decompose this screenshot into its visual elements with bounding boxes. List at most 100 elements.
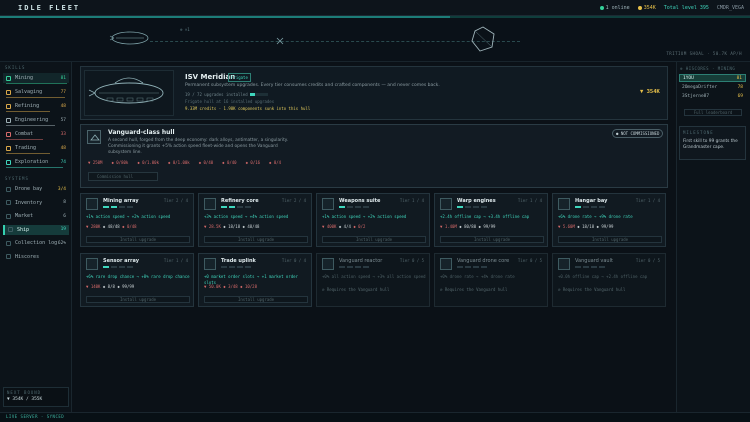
cost-item: ◆ 0/1.00k: [168, 160, 190, 165]
skill-progress-bar: [6, 139, 43, 140]
subsystem-cost: ▼ 140K ◆ 8/8 ◆ 99/99: [86, 284, 134, 289]
sidebar-item-trading[interactable]: Trading 48: [3, 143, 69, 153]
next-bound-label: NEXT BOUND: [7, 390, 42, 395]
subsystem-tier: Tier 1 / 4: [163, 258, 188, 263]
cost-item: ◆ 99/99: [596, 224, 614, 229]
skill-icon: [6, 103, 11, 109]
subsystem-name: Weapons suite: [339, 198, 381, 204]
subsystem-card-hangar-bay: Hangar bay Tier 1 / 4 +6% drone rate → +9%…: [552, 193, 666, 247]
hiscore-row: 2 OmegaDrifter 78: [679, 83, 746, 91]
hiscore-name: OmegaDrifter: [684, 84, 718, 90]
subsystem-effect: +0.0h offline cap → +2.4h offline cap: [558, 274, 648, 279]
install-upgrade-button[interactable]: Install upgrade: [86, 296, 190, 303]
ship-credits: ▼ 354K: [640, 89, 660, 95]
cost-item: ◆ 0/4: [269, 160, 282, 165]
sidebar-item-engineering[interactable]: Engineering 57: [3, 115, 69, 125]
sidebar-item-label: Exploration: [15, 159, 49, 165]
subsystem-cost: ▼ 50.0K ◆ 3/48 ◆ 10/28: [204, 284, 257, 289]
vanguard-hull-icon: [87, 130, 101, 144]
commission-hull-button[interactable]: Commission hull: [88, 172, 158, 181]
sidebar-item-mining[interactable]: Mining 81: [3, 73, 69, 83]
sidebar-item-collection-log[interactable]: Collection log 62%: [3, 238, 69, 248]
subsystem-tier: Tier 1 / 4: [635, 198, 660, 203]
sidebar-item-market[interactable]: Market 6: [3, 211, 69, 221]
subsystem-name: Vanguard drone core: [457, 258, 510, 264]
subsystem-effect: +6% drone rate → +9% drone rate: [558, 214, 633, 219]
install-upgrade-button[interactable]: Install upgrade: [204, 296, 308, 303]
subsystem-tier: Tier 0 / 5: [635, 258, 660, 263]
sidebar-item-value: 3/4: [57, 186, 66, 192]
sidebar-item-label: Collection log: [15, 240, 58, 246]
subsystem-cost: ▼ 28.5K ◆ 18/18 ◆ 48/48: [204, 224, 259, 229]
sidebar-item-label: Mining: [15, 75, 34, 81]
tier-pip: [229, 266, 235, 268]
cost-item: ◆ 4/4: [338, 224, 354, 229]
subsystem-icon: [204, 258, 216, 270]
sidebar-item-label: Hiscores: [15, 253, 40, 260]
ship-hint: Frigate hull at 16 installed upgrades: [185, 99, 275, 104]
tier-pips: [339, 206, 369, 208]
tier-pip: [339, 266, 345, 268]
install-upgrade-button[interactable]: Install upgrade: [440, 236, 544, 243]
skill-progress-bar: [6, 153, 50, 154]
system-icon: [6, 200, 11, 205]
cost-item: ◆ 0/80k: [111, 160, 129, 165]
cost-item: ◆ 48/48: [102, 224, 123, 229]
asteroid-icon: [471, 26, 495, 52]
sidebar-item-exploration[interactable]: Exploration 74: [3, 157, 69, 167]
full-leaderboard-button[interactable]: Full leaderboard: [684, 109, 742, 116]
skills-heading: SKILLS: [5, 65, 26, 70]
sidebar-item-refining[interactable]: Refining 48: [3, 101, 69, 111]
sidebar-item-label: Salvaging: [15, 89, 43, 95]
sidebar-item-inventory[interactable]: Inventory 8: [3, 198, 69, 208]
vanguard-cost-list: ▼ 250M ◆ 0/80k ◆ 0/1.00k ◆ 0/1.00k ◆ 0/40 ◆ 0…: [88, 160, 281, 165]
tier-pip: [481, 266, 487, 268]
lane-speed: ⊕ ×1: [180, 27, 190, 32]
sidebar-item-combat[interactable]: Combat 33: [3, 129, 69, 139]
cost-item: ◆ 8/8: [102, 284, 118, 289]
cost-item: ▼ 50.0K: [204, 284, 224, 289]
subsystem-effect: +1% action speed → +2% action speed: [322, 214, 407, 219]
tier-pips: [221, 206, 251, 208]
ship-class-badge: Frigate: [228, 73, 251, 82]
sidebar-item-salvaging[interactable]: Salvaging 77: [3, 87, 69, 97]
tier-pip: [347, 206, 353, 208]
subsystem-card-vanguard-reactor: Vanguard reactor Tier 0 / 5 +0% all action…: [316, 253, 430, 307]
sidebar-item-drone-bay[interactable]: Drone bay 3/4: [3, 184, 69, 194]
subsystem-name: Refinery core: [221, 198, 259, 204]
requirement-note: ⊘ Requires the Vanguard hull: [322, 287, 390, 292]
username[interactable]: CMDR_VEGA: [717, 5, 744, 11]
cost-item: ◆ 0/1.00k: [137, 160, 159, 165]
subsystem-card-warp-engines: Warp engines Tier 1 / 4 +2.4h offline cap …: [434, 193, 548, 247]
install-upgrade-button[interactable]: Install upgrade: [204, 236, 308, 243]
install-upgrade-button[interactable]: Install upgrade: [558, 236, 662, 243]
hiscore-row: 3 Stjerne87 69: [679, 92, 746, 100]
footer-bar: [0, 412, 750, 422]
sidebar-item-hiscores[interactable]: Hiscores: [3, 252, 69, 262]
sidebar-item-ship[interactable]: Ship 19: [3, 224, 69, 235]
tier-pip: [465, 266, 471, 268]
sidebar-item-value: 74: [60, 159, 66, 165]
sidebar-item-label: Engineering: [15, 117, 49, 123]
subsystem-icon: [558, 258, 570, 270]
hiscore-value: 81: [736, 75, 742, 81]
subsystem-effect: +3% action speed → +4% action speed: [204, 214, 289, 219]
app-title: IDLE FLEET: [18, 4, 81, 12]
install-upgrade-button[interactable]: Install upgrade: [86, 236, 190, 243]
credits-display: 354K: [637, 5, 656, 11]
subsystem-card-trade-uplink: Trade uplink Tier 0 / 4 +0 market order sl…: [198, 253, 312, 307]
subsystem-tier: Tier 0 / 5: [399, 258, 424, 263]
sidebar-item-value: 48: [60, 145, 66, 151]
sidebar-item-label: Inventory: [15, 199, 43, 206]
subsystem-cost: ▼ 1.40M ◆ 80/80 ◆ 99/99: [440, 224, 495, 229]
subsystem-tier: Tier 0 / 5: [517, 258, 542, 263]
subsystem-effect: +0% all action speed → +3% all action sp…: [322, 274, 426, 279]
credits-value: 354K: [643, 5, 656, 11]
flagship-icon: [109, 31, 149, 45]
tier-pips: [103, 266, 133, 268]
tier-pips: [221, 266, 251, 268]
tier-pip: [591, 266, 597, 268]
tier-pip: [465, 206, 471, 208]
subsystem-cost: ▼ 5.60M ◆ 18/18 ◆ 99/99: [558, 224, 613, 229]
install-upgrade-button[interactable]: Install upgrade: [322, 236, 426, 243]
